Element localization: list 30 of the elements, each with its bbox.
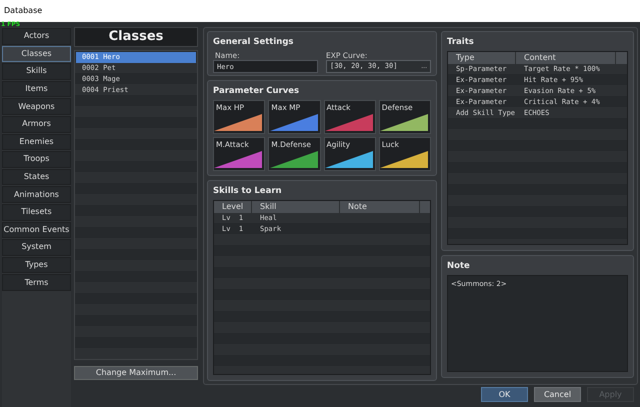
- nav-tab[interactable]: Classes: [2, 46, 71, 62]
- nav-tab[interactable]: Actors: [2, 28, 71, 45]
- nav-tab[interactable]: States: [2, 168, 71, 186]
- nav-tab[interactable]: Common Events: [2, 222, 71, 238]
- column-header[interactable]: Type: [448, 52, 516, 64]
- nav-tab[interactable]: Tilesets: [2, 204, 71, 221]
- nav-tab[interactable]: Troops: [2, 151, 71, 168]
- dialog-button[interactable]: Cancel: [534, 387, 581, 402]
- nav-tab[interactable]: Items: [2, 80, 71, 98]
- nav-tab[interactable]: Types: [2, 256, 71, 274]
- dialog-button[interactable]: OK: [481, 387, 528, 402]
- panel-title: General Settings: [213, 37, 294, 48]
- panel-title: Parameter Curves: [213, 86, 300, 97]
- nav-tab[interactable]: System: [2, 239, 71, 256]
- panel-title: Skills to Learn: [213, 186, 283, 197]
- change-maximum-button[interactable]: Change Maximum...: [74, 366, 198, 380]
- panel-title: Traits: [447, 37, 475, 48]
- window-title: Database: [4, 5, 42, 17]
- column-header[interactable]: Skill: [252, 201, 340, 213]
- nav-tab[interactable]: Skills: [2, 63, 71, 80]
- nav-tab[interactable]: Armors: [2, 116, 71, 133]
- column-header[interactable]: Note: [340, 201, 420, 213]
- header-title: Classes: [108, 28, 164, 46]
- nav-tab[interactable]: Weapons: [2, 98, 71, 115]
- column-header[interactable]: Level: [214, 201, 252, 213]
- column-header[interactable]: Content: [516, 52, 616, 64]
- nav-tab[interactable]: Terms: [2, 274, 71, 291]
- panel-title: Note: [447, 261, 471, 272]
- nav-tab[interactable]: Animations: [2, 186, 71, 203]
- nav-tab[interactable]: Enemies: [2, 134, 71, 150]
